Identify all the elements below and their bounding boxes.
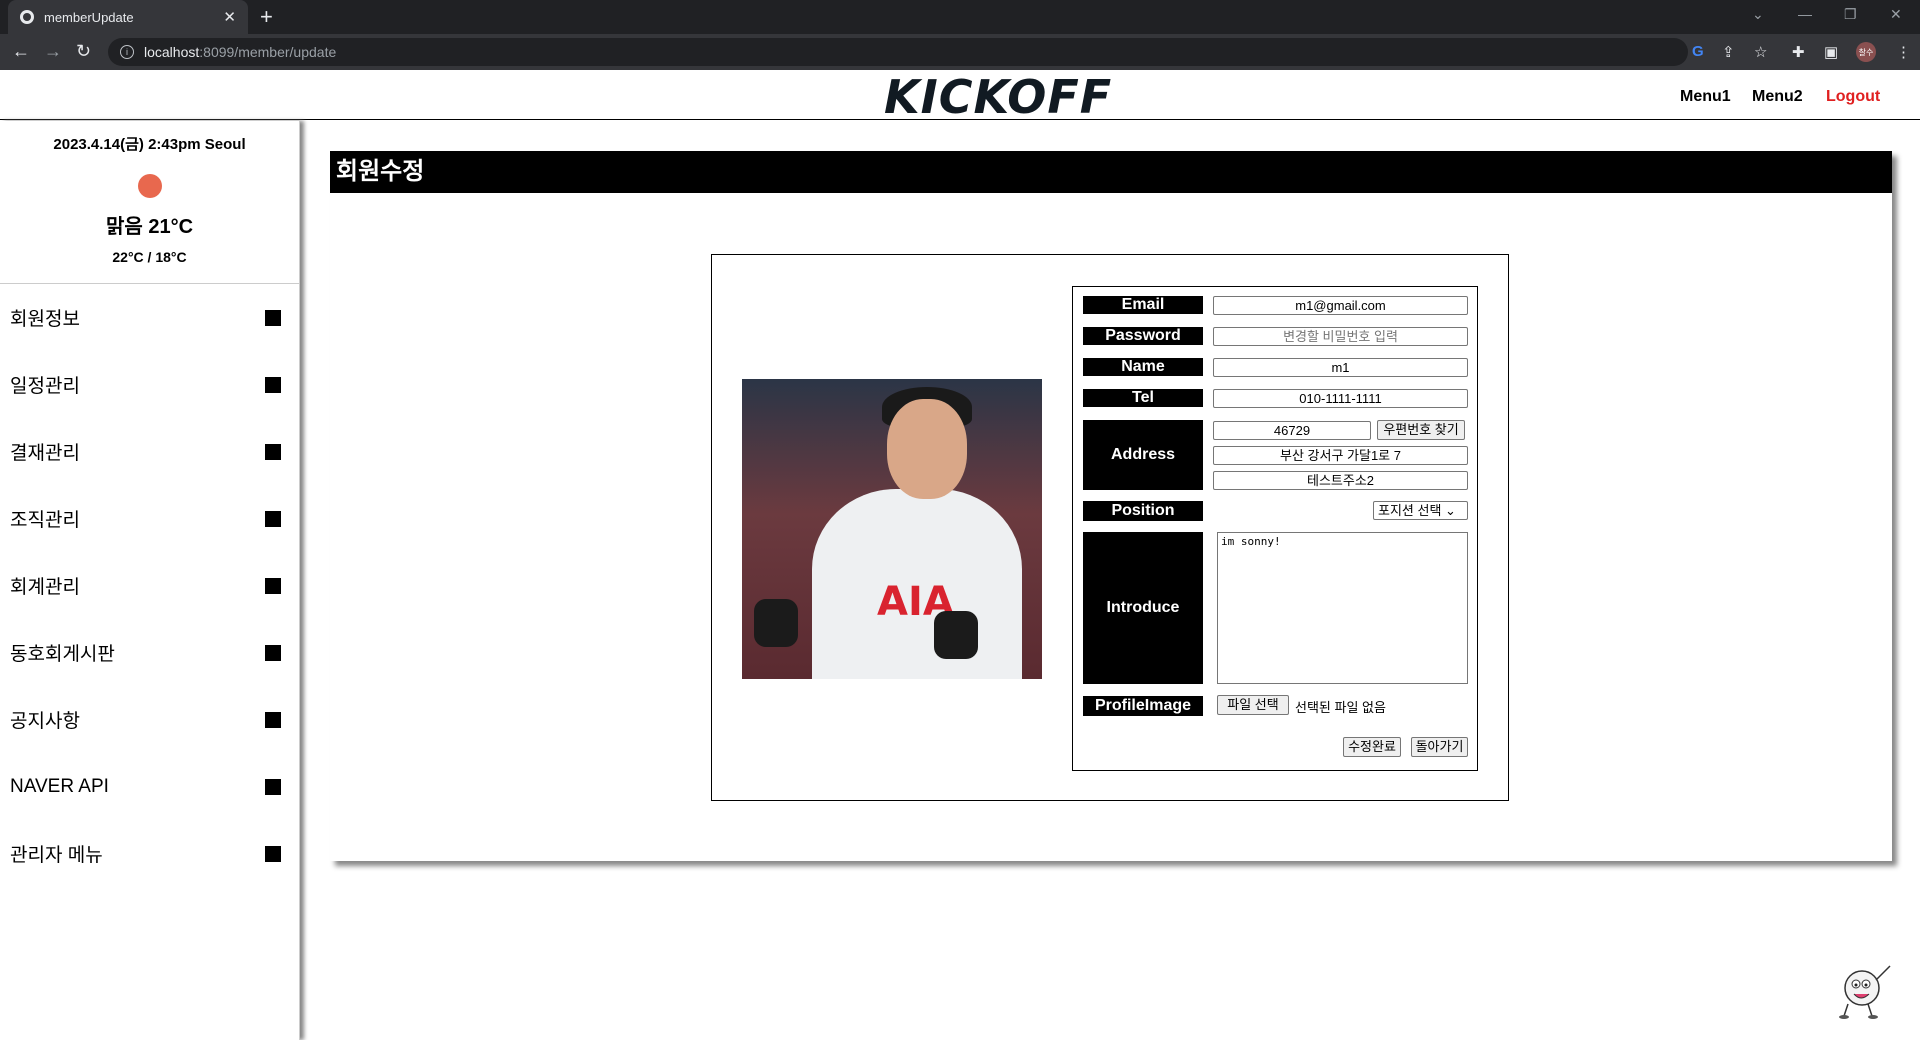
back-icon[interactable]: ← bbox=[12, 41, 30, 62]
sidebar-item-schedule[interactable]: 일정관리 bbox=[0, 351, 299, 418]
sidebar-item-label: 조직관리 bbox=[10, 510, 80, 531]
square-icon bbox=[265, 510, 281, 527]
soccer-ball-mascot-icon bbox=[1839, 965, 1891, 1019]
introduce-label: Introduce bbox=[1083, 532, 1203, 684]
share-icon[interactable]: ⇪ bbox=[1722, 43, 1735, 61]
position-select[interactable]: 포지션 선택 ⌄ bbox=[1373, 501, 1468, 520]
find-zipcode-button[interactable]: 우편번호 찾기 bbox=[1377, 420, 1465, 440]
member-form: Email m1@gmail.com Password 변경할 비밀번호 입력 … bbox=[1072, 286, 1478, 771]
menu2-link[interactable]: Menu2 bbox=[1752, 88, 1803, 106]
weather-datetime: 2023.4.14(금) 2:43pm Seoul bbox=[53, 136, 246, 153]
position-label: Position bbox=[1083, 501, 1203, 521]
email-label: Email bbox=[1083, 296, 1203, 314]
square-icon bbox=[265, 309, 281, 326]
square-icon bbox=[265, 644, 281, 661]
restore-icon[interactable]: ❐ bbox=[1844, 6, 1857, 23]
site-logo[interactable]: KICKOFF bbox=[884, 70, 1112, 124]
browser-toolbar: ← → ↻ i localhost:8099/member/update G ⇪… bbox=[0, 34, 1920, 70]
page-title: 회원수정 bbox=[330, 151, 1892, 193]
sidebar-item-organization[interactable]: 조직관리 bbox=[0, 485, 299, 552]
forward-icon[interactable]: → bbox=[44, 41, 62, 62]
profile-image-label: ProfileImage bbox=[1083, 696, 1203, 716]
submit-update-button[interactable]: 수정완료 bbox=[1343, 737, 1401, 757]
photo-face bbox=[887, 399, 967, 499]
tel-field[interactable]: 010-1111-1111 bbox=[1213, 389, 1468, 408]
tel-label: Tel bbox=[1083, 389, 1203, 407]
sidebar-item-label: 동호회게시판 bbox=[10, 644, 115, 665]
back-button[interactable]: 돌아가기 bbox=[1411, 737, 1468, 757]
minimize-icon[interactable]: — bbox=[1798, 6, 1812, 22]
zipcode-field[interactable]: 46729 bbox=[1213, 421, 1371, 440]
window-close-icon[interactable]: ✕ bbox=[1890, 6, 1902, 23]
sidebar-item-admin-menu[interactable]: 관리자 메뉴 bbox=[0, 820, 299, 887]
browser-tabbar: memberUpdate ✕ + ⌄ — ❐ ✕ bbox=[0, 0, 1920, 34]
sun-icon bbox=[137, 174, 162, 198]
globe-icon bbox=[20, 10, 34, 24]
weather-widget: 2023.4.14(금) 2:43pm Seoul 맑음 21°C 22°C /… bbox=[0, 121, 299, 284]
address1-field[interactable]: 부산 강서구 가달1로 7 bbox=[1213, 446, 1468, 465]
sidebar-item-naver-api[interactable]: NAVER API bbox=[0, 753, 299, 820]
password-field[interactable]: 변경할 비밀번호 입력 bbox=[1213, 327, 1468, 346]
square-icon bbox=[265, 376, 281, 393]
google-icon[interactable]: G bbox=[1692, 43, 1704, 60]
main-content: 회원수정 AIA Email m1@gmail.com Password 변경할… bbox=[330, 151, 1892, 861]
member-update-panel: AIA Email m1@gmail.com Password 변경할 비밀번호… bbox=[711, 254, 1509, 801]
photo-glove-right bbox=[934, 611, 978, 659]
sidebar-item-label: NAVER API bbox=[10, 775, 109, 797]
square-icon bbox=[265, 778, 281, 795]
logout-link[interactable]: Logout bbox=[1826, 88, 1880, 106]
weather-range: 22°C / 18°C bbox=[112, 249, 187, 265]
sidebar-item-accounting[interactable]: 회계관리 bbox=[0, 552, 299, 619]
extensions-icon[interactable]: ✚ bbox=[1792, 43, 1805, 61]
sidebar-item-label: 결재관리 bbox=[10, 443, 80, 464]
choose-file-button[interactable]: 파일 선택 bbox=[1217, 695, 1289, 715]
sidebar-item-label: 일정관리 bbox=[10, 376, 80, 397]
file-status-text: 선택된 파일 없음 bbox=[1295, 700, 1386, 715]
side-panel-icon[interactable]: ▣ bbox=[1824, 43, 1838, 61]
sidebar-item-approval[interactable]: 결재관리 bbox=[0, 418, 299, 485]
name-field[interactable]: m1 bbox=[1213, 358, 1468, 377]
new-tab-icon[interactable]: + bbox=[260, 4, 273, 30]
address-bar[interactable]: i localhost:8099/member/update bbox=[108, 38, 1688, 66]
sidebar-item-notice[interactable]: 공지사항 bbox=[0, 686, 299, 753]
site-info-icon[interactable]: i bbox=[120, 45, 134, 59]
address-label: Address bbox=[1083, 420, 1203, 490]
photo-glove-left bbox=[754, 599, 798, 647]
profile-photo: AIA bbox=[742, 379, 1042, 679]
chevron-down-icon: ⌄ bbox=[1445, 503, 1456, 518]
address2-field[interactable]: 테스트주소2 bbox=[1213, 471, 1468, 490]
sidebar-menu: 회원정보 일정관리 결재관리 조직관리 회계관리 동호회게시판 공지사항 NAV… bbox=[0, 284, 299, 887]
site-header: KICKOFF Menu1 Menu2 Logout bbox=[0, 70, 1920, 124]
sidebar-item-member-info[interactable]: 회원정보 bbox=[0, 284, 299, 351]
tab-search-icon[interactable]: ⌄ bbox=[1752, 6, 1764, 23]
bookmark-star-icon[interactable]: ☆ bbox=[1754, 43, 1767, 61]
sidebar-item-label: 공지사항 bbox=[10, 711, 80, 732]
square-icon bbox=[265, 577, 281, 594]
sidebar-item-club-board[interactable]: 동호회게시판 bbox=[0, 619, 299, 686]
tab-title: memberUpdate bbox=[44, 9, 134, 25]
more-menu-icon[interactable]: ⋮ bbox=[1896, 43, 1911, 61]
browser-tab[interactable]: memberUpdate ✕ bbox=[8, 0, 248, 34]
position-select-value: 포지션 선택 bbox=[1378, 503, 1442, 518]
profile-avatar[interactable]: 찰수 bbox=[1856, 42, 1876, 62]
sidebar-item-label: 관리자 메뉴 bbox=[10, 845, 103, 866]
sidebar-item-label: 회계관리 bbox=[10, 577, 80, 598]
password-label: Password bbox=[1083, 327, 1203, 345]
sidebar-item-label: 회원정보 bbox=[10, 309, 80, 330]
url-host: localhost bbox=[144, 44, 200, 60]
square-icon bbox=[265, 711, 281, 728]
sidebar: 2023.4.14(금) 2:43pm Seoul 맑음 21°C 22°C /… bbox=[0, 121, 300, 1040]
url-path: :8099/member/update bbox=[199, 44, 337, 60]
introduce-textarea[interactable]: im sonny! bbox=[1217, 532, 1468, 684]
close-tab-icon[interactable]: ✕ bbox=[223, 8, 236, 26]
menu1-link[interactable]: Menu1 bbox=[1680, 88, 1731, 106]
name-label: Name bbox=[1083, 358, 1203, 376]
reload-icon[interactable]: ↻ bbox=[76, 41, 91, 62]
email-field[interactable]: m1@gmail.com bbox=[1213, 296, 1468, 315]
square-icon bbox=[265, 443, 281, 460]
square-icon bbox=[265, 845, 281, 862]
weather-condition: 맑음 21°C bbox=[105, 216, 194, 238]
